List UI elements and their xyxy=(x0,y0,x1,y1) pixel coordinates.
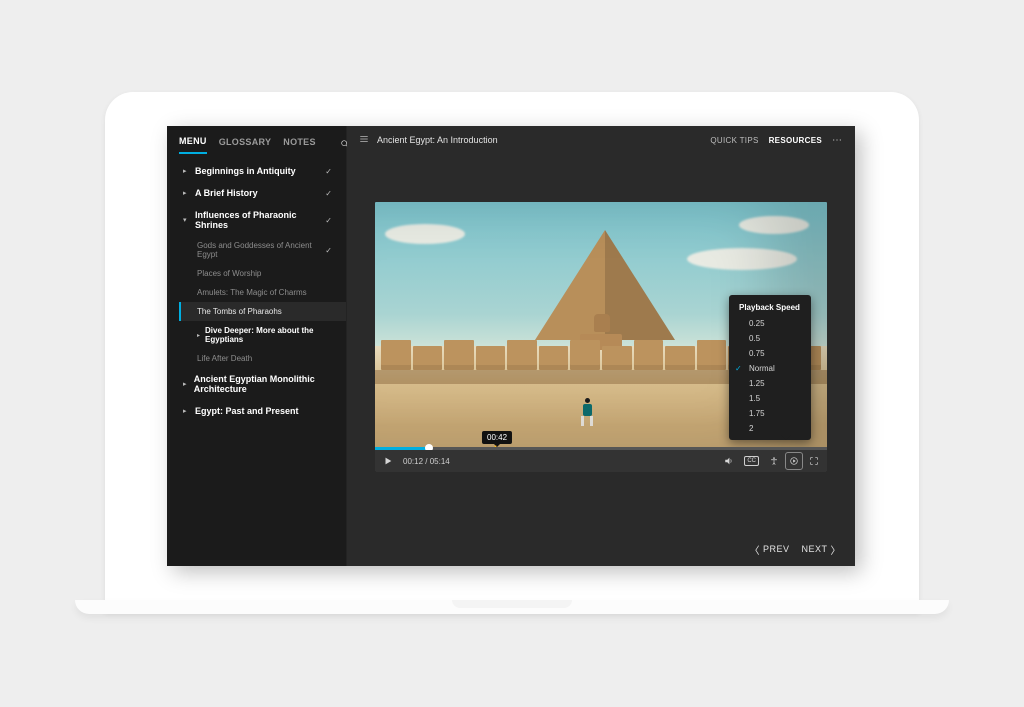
speed-option-1-75[interactable]: 1.75 xyxy=(729,406,811,421)
lesson-dive-deeper[interactable]: ▸ Dive Deeper: More about the Egyptians xyxy=(179,321,346,349)
resources-link[interactable]: RESOURCES xyxy=(769,136,822,145)
lesson-gods-and-goddesses[interactable]: Gods and Goddesses of Ancient Egypt ✓ xyxy=(179,236,346,264)
speed-option-0-75[interactable]: 0.75 xyxy=(729,346,811,361)
chevron-right-icon: ▸ xyxy=(197,332,200,339)
check-icon: ✓ xyxy=(325,189,332,198)
chevron-right-icon: ▸ xyxy=(183,189,189,197)
chevron-right-icon: ▸ xyxy=(183,167,189,175)
lesson-label: Places of Worship xyxy=(197,269,261,278)
section-monolithic-architecture[interactable]: ▸ Ancient Egyptian Monolithic Architectu… xyxy=(167,368,346,400)
play-button[interactable] xyxy=(383,456,393,466)
course-title: Ancient Egypt: An Introduction xyxy=(377,135,498,145)
course-outline: ▸ Beginnings in Antiquity ✓ ▸ A Brief Hi… xyxy=(167,154,346,422)
lesson-life-after-death[interactable]: Life After Death xyxy=(179,349,346,368)
lesson-label: The Tombs of Pharaohs xyxy=(197,307,282,316)
speed-option-2[interactable]: 2 xyxy=(729,421,811,436)
cc-icon: CC xyxy=(744,456,759,466)
accessibility-button[interactable] xyxy=(769,456,779,466)
video-controls: 00:12 / 05:14 CC xyxy=(375,450,827,472)
lms-app: MENU GLOSSARY NOTES ▸ Beginnings in Anti… xyxy=(167,126,855,566)
seek-tooltip: 00:42 xyxy=(482,431,512,444)
time-elapsed: 00:12 xyxy=(403,457,423,466)
tab-notes[interactable]: NOTES xyxy=(283,137,316,153)
chevron-right-icon: 〉 xyxy=(831,542,842,557)
chevron-down-icon: ▾ xyxy=(183,216,189,224)
section-a-brief-history[interactable]: ▸ A Brief History ✓ xyxy=(167,182,346,204)
next-button[interactable]: NEXT 〉 xyxy=(801,542,841,557)
main-area: Ancient Egypt: An Introduction QUICK TIP… xyxy=(347,126,855,566)
check-icon: ✓ xyxy=(325,246,332,255)
section-label: Ancient Egyptian Monolithic Architecture xyxy=(194,374,332,394)
speed-option-label: Normal xyxy=(749,364,775,373)
content-stage: Playback Speed 0.25 0.5 0.75 ✓ Normal 1.… xyxy=(347,154,855,532)
fullscreen-button[interactable] xyxy=(809,456,819,466)
lesson-nav-footer: 〈 PREV NEXT 〉 xyxy=(347,532,855,566)
sidebar-tabs: MENU GLOSSARY NOTES xyxy=(167,126,346,154)
section-beginnings-in-antiquity[interactable]: ▸ Beginnings in Antiquity ✓ xyxy=(167,160,346,182)
lesson-label: Dive Deeper: More about the Egyptians xyxy=(205,326,332,344)
laptop-base xyxy=(75,600,949,614)
more-menu-icon[interactable]: ⋯ xyxy=(832,135,843,146)
check-icon: ✓ xyxy=(325,167,332,176)
tab-glossary[interactable]: GLOSSARY xyxy=(219,137,272,153)
lesson-tombs-of-pharaohs[interactable]: The Tombs of Pharaohs xyxy=(179,302,346,321)
hamburger-icon[interactable] xyxy=(359,134,369,146)
captions-button[interactable]: CC xyxy=(744,456,759,466)
playback-speed-heading: Playback Speed xyxy=(729,301,811,316)
prev-label: PREV xyxy=(763,544,790,554)
video-player: Playback Speed 0.25 0.5 0.75 ✓ Normal 1.… xyxy=(375,202,827,472)
next-label: NEXT xyxy=(801,544,827,554)
section-egypt-past-and-present[interactable]: ▸ Egypt: Past and Present xyxy=(167,400,346,422)
volume-button[interactable] xyxy=(724,456,734,466)
playback-speed-menu: Playback Speed 0.25 0.5 0.75 ✓ Normal 1.… xyxy=(729,295,811,440)
section-label: Beginnings in Antiquity xyxy=(195,166,296,176)
speed-option-0-5[interactable]: 0.5 xyxy=(729,331,811,346)
lesson-label: Amulets: The Magic of Charms xyxy=(197,288,307,297)
playback-speed-button[interactable] xyxy=(789,456,799,466)
prev-button[interactable]: 〈 PREV xyxy=(749,542,789,557)
section-label: Influences of Pharaonic Shrines xyxy=(195,210,332,230)
section-influences-of-pharaonic-shrines[interactable]: ▾ Influences of Pharaonic Shrines ✓ xyxy=(167,204,346,236)
chevron-left-icon: 〈 xyxy=(749,542,760,557)
sidebar: MENU GLOSSARY NOTES ▸ Beginnings in Anti… xyxy=(167,126,347,566)
lesson-amulets[interactable]: Amulets: The Magic of Charms xyxy=(179,283,346,302)
section-label: A Brief History xyxy=(195,188,258,198)
quick-tips-link[interactable]: QUICK TIPS xyxy=(710,136,758,145)
lesson-label: Life After Death xyxy=(197,354,252,363)
speed-option-normal[interactable]: ✓ Normal xyxy=(729,361,811,376)
section-label: Egypt: Past and Present xyxy=(195,406,299,416)
check-icon: ✓ xyxy=(735,364,742,373)
chevron-right-icon: ▸ xyxy=(183,407,189,415)
time-duration: 05:14 xyxy=(430,457,450,466)
speed-option-0-25[interactable]: 0.25 xyxy=(729,316,811,331)
topbar: Ancient Egypt: An Introduction QUICK TIP… xyxy=(347,126,855,154)
chevron-right-icon: ▸ xyxy=(183,380,188,388)
time-display: 00:12 / 05:14 xyxy=(403,457,450,466)
speed-option-1-5[interactable]: 1.5 xyxy=(729,391,811,406)
tab-menu[interactable]: MENU xyxy=(179,136,207,154)
speed-option-1-25[interactable]: 1.25 xyxy=(729,376,811,391)
check-icon: ✓ xyxy=(325,216,332,225)
lesson-label: Gods and Goddesses of Ancient Egypt xyxy=(197,241,332,259)
lesson-places-of-worship[interactable]: Places of Worship xyxy=(179,264,346,283)
